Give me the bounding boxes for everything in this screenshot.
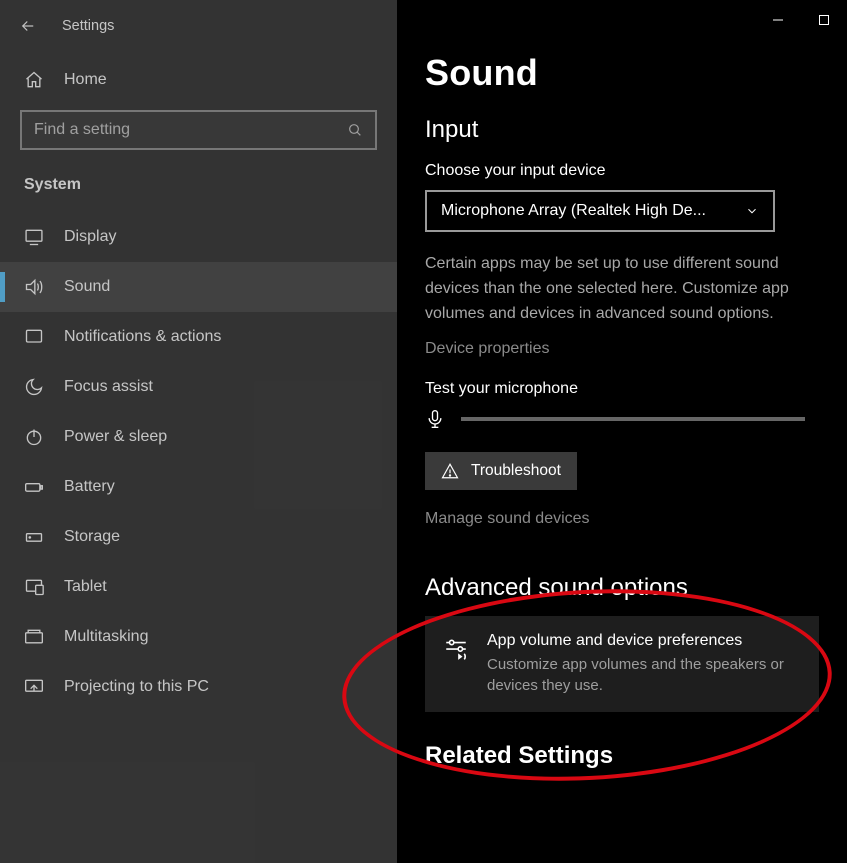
page-title: Sound — [425, 52, 819, 94]
manage-sound-devices-link[interactable]: Manage sound devices — [425, 510, 590, 528]
sidebar-item-label: Power & sleep — [64, 428, 167, 446]
home-label: Home — [64, 71, 107, 89]
input-helper-text: Certain apps may be set up to use differ… — [425, 252, 817, 326]
titlebar-left: Settings — [0, 12, 397, 56]
nav-list: Display Sound Notifications & actions — [0, 212, 397, 712]
sidebar-item-label: Battery — [64, 478, 115, 496]
chevron-down-icon — [745, 204, 759, 218]
arrow-left-icon — [19, 17, 37, 35]
settings-window: Settings Home System Display — [0, 0, 847, 863]
power-icon — [24, 427, 44, 447]
tablet-icon — [24, 577, 44, 597]
advanced-heading: Advanced sound options — [425, 574, 819, 602]
card-text: App volume and device preferences Custom… — [487, 632, 801, 696]
notifications-icon — [24, 327, 44, 347]
sidebar-item-label: Sound — [64, 278, 110, 296]
app-volume-preferences-card[interactable]: App volume and device preferences Custom… — [425, 616, 819, 712]
sidebar-item-multitasking[interactable]: Multitasking — [0, 612, 397, 662]
test-mic-label: Test your microphone — [425, 380, 819, 398]
sidebar-item-label: Multitasking — [64, 628, 148, 646]
app-title: Settings — [62, 18, 114, 34]
sidebar-item-label: Notifications & actions — [64, 328, 221, 346]
troubleshoot-button[interactable]: Troubleshoot — [425, 452, 577, 490]
sidebar-item-display[interactable]: Display — [0, 212, 397, 262]
window-controls — [755, 4, 847, 36]
storage-icon — [24, 527, 44, 547]
content-pane: Sound Input Choose your input device Mic… — [397, 0, 847, 863]
sliders-icon — [443, 632, 469, 696]
mic-test-row — [425, 408, 805, 430]
category-label: System — [0, 168, 397, 212]
sidebar-item-label: Projecting to this PC — [64, 678, 209, 696]
troubleshoot-label: Troubleshoot — [471, 462, 561, 480]
search-input[interactable] — [34, 121, 330, 139]
search-icon — [347, 122, 363, 138]
input-device-dropdown[interactable]: Microphone Array (Realtek High De... — [425, 190, 775, 232]
sidebar-item-tablet[interactable]: Tablet — [0, 562, 397, 612]
sidebar-item-battery[interactable]: Battery — [0, 462, 397, 512]
focus-assist-icon — [24, 377, 44, 397]
sidebar-item-label: Storage — [64, 528, 120, 546]
battery-icon — [24, 477, 44, 497]
display-icon — [24, 227, 44, 247]
mic-level-bar — [461, 417, 805, 421]
microphone-icon — [425, 408, 445, 430]
choose-input-label: Choose your input device — [425, 162, 819, 180]
sidebar: Settings Home System Display — [0, 0, 397, 863]
sidebar-item-focus-assist[interactable]: Focus assist — [0, 362, 397, 412]
sidebar-item-label: Display — [64, 228, 116, 246]
card-title: App volume and device preferences — [487, 632, 801, 650]
sidebar-item-label: Tablet — [64, 578, 107, 596]
multitasking-icon — [24, 627, 44, 647]
home-icon — [24, 70, 44, 90]
sidebar-item-power[interactable]: Power & sleep — [0, 412, 397, 462]
projecting-icon — [24, 677, 44, 697]
back-button[interactable] — [18, 16, 38, 36]
minimize-button[interactable] — [755, 4, 801, 36]
maximize-icon — [818, 14, 830, 26]
sidebar-item-storage[interactable]: Storage — [0, 512, 397, 562]
input-device-selected: Microphone Array (Realtek High De... — [441, 202, 706, 220]
device-properties-link[interactable]: Device properties — [425, 340, 550, 358]
sidebar-item-projecting[interactable]: Projecting to this PC — [0, 662, 397, 712]
sidebar-item-label: Focus assist — [64, 378, 153, 396]
sidebar-item-notifications[interactable]: Notifications & actions — [0, 312, 397, 362]
related-heading: Related Settings — [425, 742, 819, 770]
sidebar-item-sound[interactable]: Sound — [0, 262, 397, 312]
input-heading: Input — [425, 116, 819, 144]
home-nav[interactable]: Home — [0, 56, 397, 104]
sound-icon — [24, 277, 44, 297]
card-subtitle: Customize app volumes and the speakers o… — [487, 654, 801, 696]
minimize-icon — [772, 14, 784, 26]
search-wrap — [0, 104, 397, 168]
warning-icon — [441, 462, 459, 480]
search-box[interactable] — [20, 110, 377, 150]
maximize-button[interactable] — [801, 4, 847, 36]
